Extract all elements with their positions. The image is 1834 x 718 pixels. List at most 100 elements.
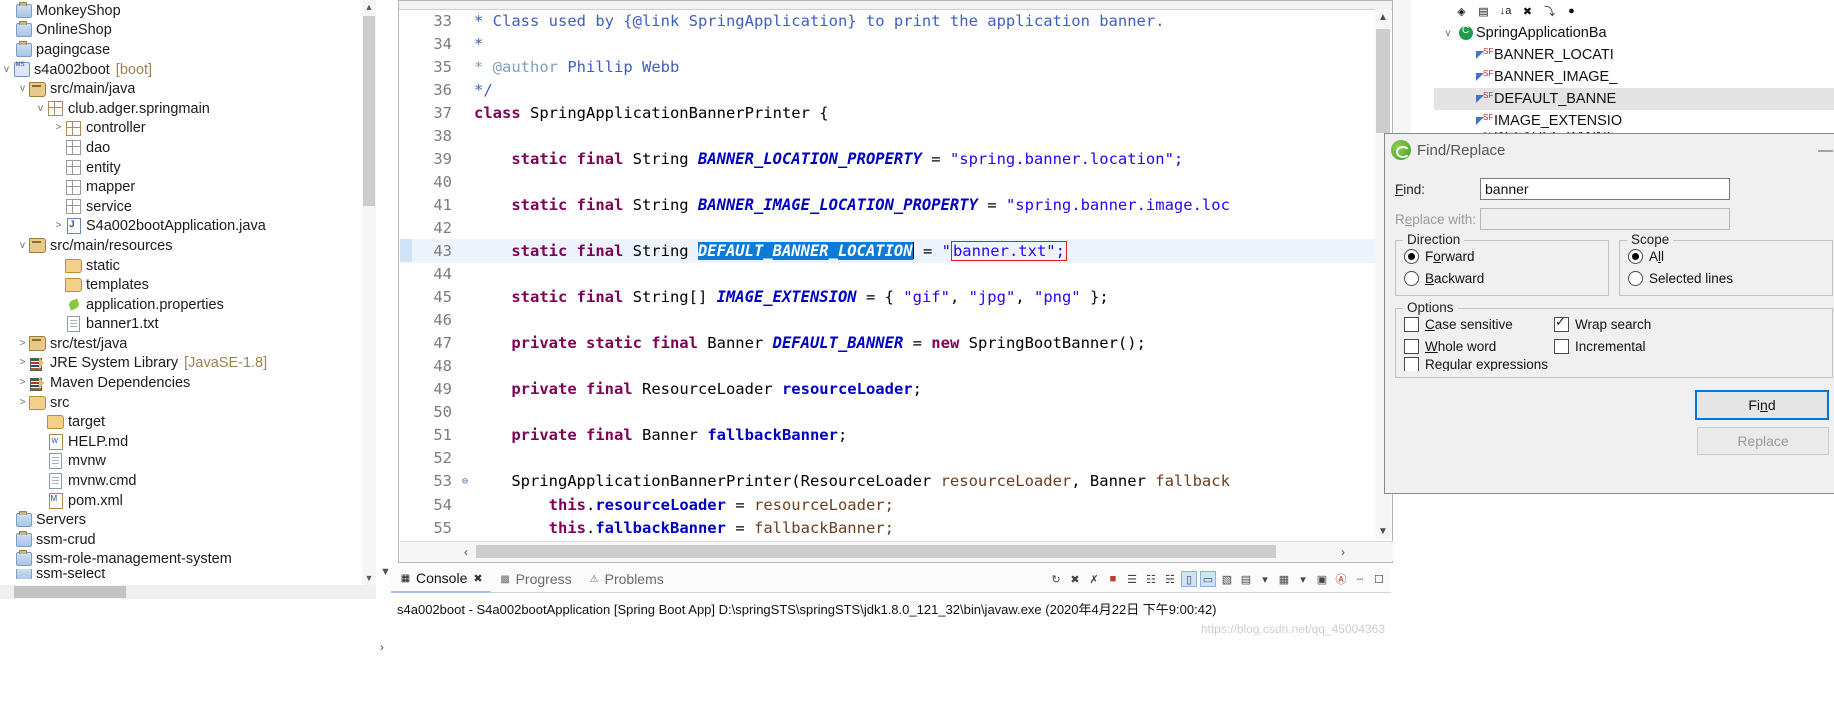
code-line[interactable]: 40 [400,170,1375,193]
option-wrap-search[interactable]: Wrap search [1554,313,1704,335]
minimize-icon[interactable]: ┄ [1352,571,1368,587]
code-line[interactable]: 55 this.fallbackBanner = fallbackBanner; [400,516,1375,539]
code-line[interactable]: 48 [400,355,1375,378]
scroll-left-icon[interactable]: ‹ [456,542,476,561]
tree-item-src-main-java[interactable]: v src/main/java [0,79,376,99]
tree-item-src-main-resources[interactable]: v src/main/resources [0,236,376,256]
code-line[interactable]: 41 static final String BANNER_IMAGE_LOCA… [400,193,1375,216]
tree-item-ssm-select[interactable]: ssm-select [0,569,376,580]
fold-collapse-icon[interactable]: ⊖ [460,476,470,487]
option-whole-word[interactable]: Whole word [1404,335,1554,357]
console-output[interactable]: s4a002boot - S4a002bootApplication [Spri… [391,593,1391,618]
code-line[interactable]: 52 [400,447,1375,470]
display-selected-console-icon[interactable]: ▧ [1219,571,1235,587]
code-line[interactable]: 34 * [400,32,1375,55]
tree-item-static[interactable]: static [0,256,376,276]
tree-item-jre-system-library[interactable]: > JRE System Library [JavaSE-1.8] [0,354,376,374]
code-line[interactable]: 35 * @author Phillip Webb [400,55,1375,78]
hide-static-icon[interactable]: ⤵ [1542,4,1557,19]
tree-item-s4a002boot[interactable]: v s4a002boot [boot] [0,60,376,80]
alert-icon[interactable]: Ⓐ [1333,571,1349,587]
maximize-icon[interactable]: ☐ [1371,571,1387,587]
scroll-lock-icon[interactable]: ☷ [1143,571,1159,587]
collapse-arrow[interactable]: v [1440,28,1456,39]
tree-item-entity[interactable]: entity [0,158,376,178]
expand-arrow[interactable]: > [52,221,65,231]
find-button[interactable]: Find [1695,390,1829,420]
tree-item-ssm-crud[interactable]: ssm-crud [0,530,376,550]
selected-field-name[interactable]: DEFAULT_BANNER_LOCATION [697,241,913,260]
scroll-up-icon[interactable]: ▲ [362,0,376,14]
remove-all-launches-icon[interactable]: ✗ [1086,571,1102,587]
collapse-arrow[interactable]: v [34,103,47,114]
remove-launch-icon[interactable]: ✖ [1067,571,1083,587]
word-wrap-icon[interactable]: ☵ [1162,571,1178,587]
expand-arrow[interactable]: > [16,378,29,388]
code-line[interactable]: 50 [400,401,1375,424]
radio-backward[interactable] [1404,270,1419,286]
clear-console-icon[interactable]: ☰ [1124,571,1140,587]
explorer-vertical-scrollbar[interactable]: ▲ ▼ [362,0,376,585]
outline-item-class[interactable]: v SpringApplicationBa [1434,22,1834,44]
tree-item-mvnw[interactable]: mvnw [0,452,376,472]
radio-forward[interactable] [1404,248,1419,264]
code-line-current[interactable]: 43 static final String DEFAULT_BANNER_LO… [400,239,1375,263]
code-line[interactable]: 44 [400,263,1375,286]
link-icon[interactable]: ▣ [1314,571,1330,587]
checkbox-wrap-search[interactable] [1554,314,1569,332]
code-line[interactable]: 45 static final String[] IMAGE_EXTENSION… [400,286,1375,309]
expand-arrow[interactable]: > [52,123,65,133]
code-line[interactable]: 53 ⊖ SpringApplicationBannerPrinter(Reso… [400,470,1375,493]
option-incremental[interactable]: Incremental [1554,335,1704,357]
scope-option-all[interactable]: All [1628,245,1824,267]
tab-progress[interactable]: ▩ Progress [491,566,580,592]
terminate-icon[interactable]: ■ [1105,571,1121,587]
explorer-horizontal-scrollbar[interactable] [0,585,376,599]
tree-item-club-adger-springmain[interactable]: v club.adger.springmain [0,99,376,119]
outline-item-banner-image-location-property[interactable]: SF BANNER_IMAGE_ [1434,66,1834,88]
collapse-arrow[interactable]: v [16,84,29,94]
collapse-arrow[interactable]: v [16,240,29,251]
tree-item-pom-xml[interactable]: pom.xml [0,491,376,511]
chevron-down-icon[interactable]: ▾ [1257,571,1273,587]
tree-item-mvnw-cmd[interactable]: mvnw.cmd [0,471,376,491]
scrollbar-thumb[interactable] [14,586,126,598]
tree-item-service[interactable]: service [0,197,376,217]
code-line[interactable]: 49 private final ResourceLoader resource… [400,378,1375,401]
collapse-all-icon[interactable]: ▤ [1476,4,1491,19]
checkbox-whole-word[interactable] [1404,338,1419,354]
checkbox-case-sensitive[interactable] [1404,316,1419,332]
code-line[interactable]: 54 this.resourceLoader = resourceLoader; [400,493,1375,516]
tree-item-target[interactable]: target [0,412,376,432]
direction-option-backward[interactable]: Backward [1404,267,1600,289]
checkbox-regular-expressions[interactable] [1404,357,1419,371]
find-input[interactable] [1480,178,1730,200]
code-line[interactable]: 39 static final String BANNER_LOCATION_P… [400,147,1375,170]
tree-item-monkeyshop[interactable]: MonkeyShop [0,1,376,21]
tree-item-s4a002bootapplication-java[interactable]: > S4a002bootApplication.java [0,217,376,237]
expand-arrow[interactable]: > [16,358,29,368]
code-line[interactable]: 36 */ [400,78,1375,101]
source-code-area[interactable]: 33 * Class used by {@link SpringApplicat… [400,9,1375,539]
restore-view-icon[interactable]: ▼ [380,566,391,578]
outline-item-image-extension[interactable]: SF IMAGE_EXTENSIO [1434,110,1834,132]
code-line[interactable]: 37 class SpringApplicationBannerPrinter … [400,101,1375,124]
outline-item-banner-location-property[interactable]: SF BANNER_LOCATI [1434,44,1834,66]
checkbox-incremental[interactable] [1554,338,1569,354]
code-line[interactable]: 46 [400,309,1375,332]
tree-item-servers[interactable]: Servers [0,510,376,530]
scroll-up-icon[interactable]: ▲ [1375,9,1391,25]
collapse-arrow[interactable]: v [0,64,13,75]
dialog-title-bar[interactable]: Find/Replace — [1385,134,1834,166]
code-line[interactable]: 47 private static final Banner DEFAULT_B… [400,332,1375,355]
tree-item-src-test-java[interactable]: > src/test/java [0,334,376,354]
hide-fields-icon[interactable]: ✖ [1520,4,1535,19]
minimize-icon[interactable]: — [1818,142,1834,159]
option-regular-expressions[interactable]: Regular expressions [1404,357,1554,371]
tree-item-mapper[interactable]: mapper [0,177,376,197]
scroll-right-icon[interactable]: › [1333,542,1353,561]
option-case-sensitive[interactable]: Case sensitive [1404,313,1554,335]
scroll-down-icon[interactable]: ▼ [362,571,376,585]
tree-item-application-properties[interactable]: application.properties [0,295,376,315]
scrollbar-thumb[interactable] [476,545,1276,558]
